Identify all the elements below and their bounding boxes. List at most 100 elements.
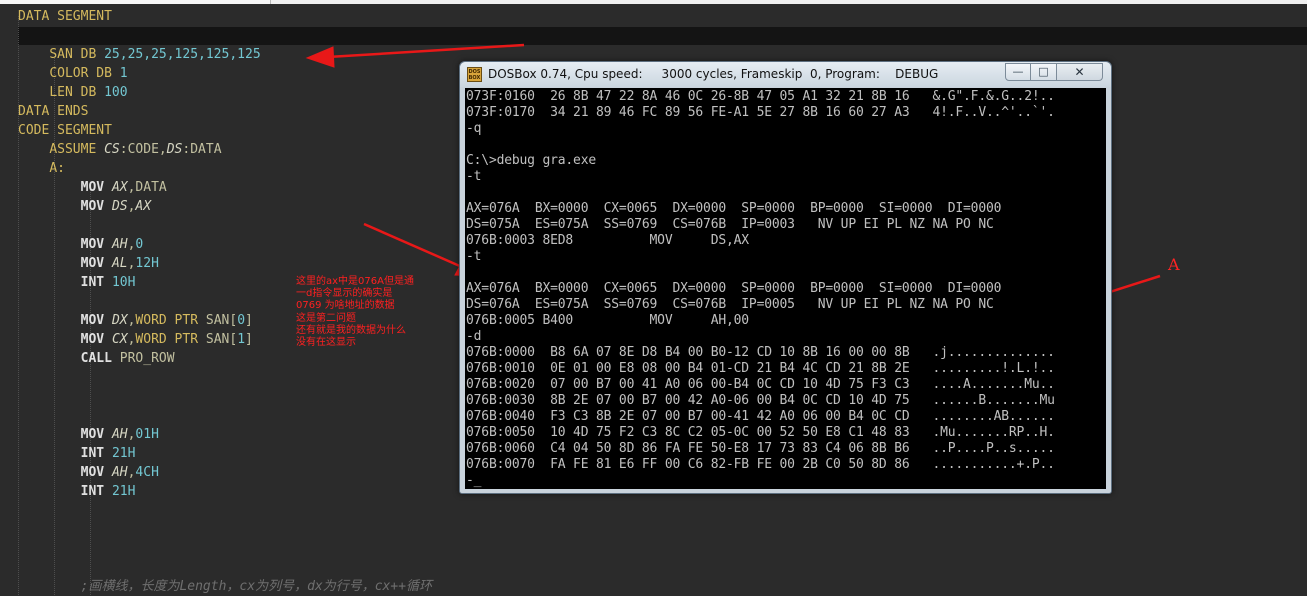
terminal-line: -_ (466, 473, 482, 488)
code-line: A: (18, 159, 65, 178)
maximize-button[interactable]: □ (1031, 63, 1057, 81)
code-token: 01H (135, 427, 159, 442)
code-line: CODE SEGMENT (18, 121, 112, 140)
code-token: 25,25,25,125,125,125 (104, 47, 261, 62)
terminal-line: 076B:0030 8B 2E 07 00 B7 00 42 A0-06 00 … (466, 393, 1055, 408)
terminal-line: 076B:0003 8ED8 MOV DS,AX (466, 233, 749, 248)
code-token: 12H (135, 256, 159, 271)
code-line: MOV DX,WORD PTR SAN[0] (18, 311, 253, 330)
code-token: CALL (80, 351, 120, 366)
minimize-button[interactable]: — (1005, 63, 1031, 81)
code-token: DATA SEGMENT (18, 9, 112, 24)
code-token: ] (245, 332, 253, 347)
terminal-line: 076B:0050 10 4D 75 F2 C3 8C C2 05-0C 00 … (466, 425, 1055, 440)
terminal-line: DS=076A ES=075A SS=0769 CS=076B IP=0005 … (466, 297, 994, 312)
code-token: CS (104, 142, 120, 157)
code-line: ASSUME CS:CODE,DS:DATA (18, 140, 222, 159)
code-token: ASSUME (49, 142, 105, 157)
annotation-note: 这里的ax中是076A但是通 一d指令显示的确实是 0769 为啥地址的数据 这… (296, 276, 456, 349)
code-line: DATA SEGMENT (18, 7, 112, 26)
title-bar[interactable]: DOS BOX DOSBox 0.74, Cpu speed: 3000 cyc… (460, 62, 1111, 87)
code-line: INT 10H (18, 273, 136, 292)
code-token: 4CH (135, 465, 159, 480)
code-line: MOV AH,01H (18, 425, 159, 444)
code-token: 1 (237, 332, 246, 347)
editor-tab-strip (0, 0, 271, 4)
code-token: MOV (80, 199, 112, 214)
code-token: WORD PTR (135, 332, 206, 347)
terminal-line: -d (466, 329, 482, 344)
code-token: DATA ENDS (18, 104, 89, 119)
code-line: MOV AH,4CH (18, 463, 159, 482)
code-token: 1 (119, 66, 128, 81)
code-token: MOV (80, 465, 112, 480)
code-token: MOV (80, 313, 112, 328)
terminal-line: 076B:0005 B400 MOV AH,00 (466, 313, 749, 328)
code-token: MOV (80, 180, 112, 195)
code-line: MOV AX,DATA (18, 178, 167, 197)
code-token: 21H (111, 446, 136, 461)
code-token: :DATA (182, 142, 222, 157)
terminal-line: 076B:0020 07 00 B7 00 41 A0 06 00-B4 0C … (466, 377, 1055, 392)
code-token: SAN[ (205, 332, 238, 347)
code-line: MOV DS,AX (18, 197, 151, 216)
note-line: 这是第二问题 (296, 312, 356, 324)
code-token: SAN DB (49, 47, 105, 62)
close-button[interactable]: ✕ (1057, 63, 1103, 81)
code-line: DATA ENDS (18, 102, 88, 121)
code-token: AL (111, 256, 128, 271)
code-token: MOV (80, 332, 112, 347)
current-line-highlight (18, 27, 1307, 45)
code-token: 10H (111, 275, 136, 290)
code-token: CX (111, 332, 128, 347)
code-token: DX (111, 313, 128, 328)
code-line: INT 21H (18, 482, 136, 501)
dosbox-app-icon[interactable]: DOS BOX (467, 67, 482, 82)
terminal-line: DS=075A ES=075A SS=0769 CS=076B IP=0003 … (466, 217, 994, 232)
code-token: LEN DB (49, 85, 105, 100)
editor-top-border (0, 0, 1307, 4)
code-line: LEN DB 100 (18, 83, 128, 102)
terminal-line: AX=076A BX=0000 CX=0065 DX=0000 SP=0000 … (466, 201, 1002, 216)
code-token: 21H (111, 484, 136, 499)
code-token: 100 (104, 85, 128, 100)
terminal-line: 076B:0060 C4 04 50 8D 86 FA FE 50-E8 17 … (466, 441, 1055, 456)
terminal-line: C:\>debug gra.exe (466, 153, 596, 168)
terminal-line: 073F:0170 34 21 89 46 FC 89 56 FE-A1 5E … (466, 105, 1055, 120)
code-token: SAN[ (205, 313, 238, 328)
note-line: 这里的ax中是076A但是通 (296, 276, 414, 287)
code-line: SAN DB 25,25,25,125,125,125 (18, 45, 261, 64)
code-token: CODE SEGMENT (18, 123, 112, 138)
code-token: MOV (80, 427, 112, 442)
code-line: ;画横线，长度为Length，cx为列号，dx为行号，cx++循环 (18, 577, 432, 596)
dos-terminal-screen[interactable]: 073F:0160 26 8B 47 22 8A 46 0C 26-8B 47 … (465, 88, 1106, 489)
code-token: ;画横线，长度为Length，cx为列号，dx为行号，cx++循环 (80, 579, 433, 594)
code-token: AX (135, 199, 152, 214)
window-title: DOSBox 0.74, Cpu speed: 3000 cycles, Fra… (488, 67, 939, 81)
code-token: ,DATA (127, 180, 167, 195)
code-token: INT (80, 446, 112, 461)
terminal-line: 073F:0160 26 8B 47 22 8A 46 0C 26-8B 47 … (466, 89, 1055, 104)
code-token: MOV (80, 237, 112, 252)
code-line: MOV AL,12H (18, 254, 159, 273)
terminal-line: AX=076A BX=0000 CX=0065 DX=0000 SP=0000 … (466, 281, 1002, 296)
note-line: 没有在这显示 (296, 337, 356, 349)
code-token: DS (111, 199, 128, 214)
code-token: PRO_ROW (119, 351, 175, 366)
dosbox-window[interactable]: DOS BOX DOSBox 0.74, Cpu speed: 3000 cyc… (459, 61, 1112, 494)
code-line: MOV AH,0 (18, 235, 144, 254)
code-token: COLOR DB (49, 66, 120, 81)
code-token: A: (49, 161, 65, 176)
code-token: AH (111, 465, 128, 480)
